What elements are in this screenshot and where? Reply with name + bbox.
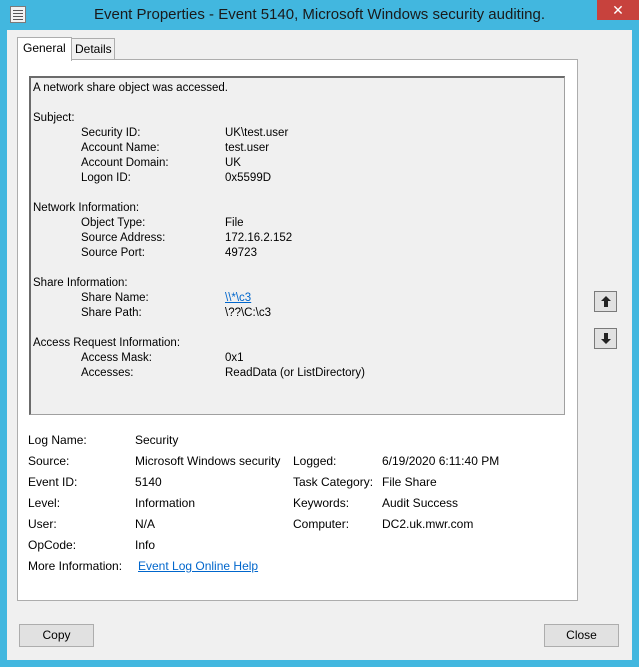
next-event-button[interactable]: [594, 328, 617, 349]
field-label: Accesses:: [81, 367, 134, 379]
task-category-value: File Share: [382, 475, 437, 489]
opcode-label: OpCode:: [28, 538, 77, 552]
tab-details[interactable]: Details: [69, 38, 115, 60]
keywords-label: Keywords:: [293, 496, 350, 510]
arrow-down-icon: [601, 333, 611, 344]
section-heading: Share Information:: [33, 277, 128, 289]
description-summary: A network share object was accessed.: [33, 82, 228, 94]
field-value: 0x1: [225, 352, 244, 364]
field-value: 172.16.2.152: [225, 232, 293, 244]
computer-value: DC2.uk.mwr.com: [382, 517, 474, 531]
user-value: N/A: [135, 517, 156, 531]
user-label: User:: [28, 517, 57, 531]
event-properties-window: Event Properties - Event 5140, Microsoft…: [0, 0, 639, 667]
window-title: Event Properties - Event 5140, Microsoft…: [93, 6, 546, 23]
field-label: Source Port:: [81, 247, 145, 259]
field-value: File: [225, 217, 244, 229]
section-heading: Subject:: [33, 112, 75, 124]
field-label: Source Address:: [81, 232, 166, 244]
section-heading: Network Information:: [33, 202, 140, 214]
event-id-value: 5140: [135, 475, 162, 489]
field-label: Account Name:: [81, 142, 160, 154]
opcode-value: Info: [135, 538, 156, 552]
general-tab-panel: A network share object was accessed. Sub…: [17, 59, 578, 601]
logged-label: Logged:: [293, 454, 337, 468]
field-label: Security ID:: [81, 127, 141, 139]
dialog-body: General Details A network share object w…: [7, 30, 632, 660]
section-heading: Access Request Information:: [33, 337, 181, 349]
title-bar[interactable]: Event Properties - Event 5140, Microsoft…: [0, 0, 639, 30]
field-label: Access Mask:: [81, 352, 152, 364]
close-button[interactable]: Close: [544, 624, 619, 647]
source-label: Source:: [28, 454, 70, 468]
level-label: Level:: [28, 496, 61, 510]
task-category-label: Task Category:: [293, 475, 374, 489]
field-label: Share Path:: [81, 307, 142, 319]
arrow-up-icon: [601, 296, 611, 307]
field-value: ReadData (or ListDirectory): [225, 367, 365, 379]
event-id-label: Event ID:: [28, 475, 78, 489]
field-label: Logon ID:: [81, 172, 131, 184]
previous-event-button[interactable]: [594, 291, 617, 312]
field-label: Account Domain:: [81, 157, 169, 169]
event-description[interactable]: A network share object was accessed. Sub…: [29, 76, 565, 415]
field-value: 0x5599D: [225, 172, 272, 184]
field-value: UK: [225, 157, 241, 169]
log-name-value: Security: [135, 433, 179, 447]
level-value: Information: [135, 496, 196, 510]
copy-button[interactable]: Copy: [19, 624, 94, 647]
source-value: Microsoft Windows security: [135, 454, 281, 468]
keywords-value: Audit Success: [382, 496, 459, 510]
field-value: \??\C:\c3: [225, 307, 272, 319]
field-value: UK\test.user: [225, 127, 289, 139]
window-close-button[interactable]: ✕: [597, 0, 639, 20]
event-log-online-help-link[interactable]: Event Log Online Help: [138, 559, 258, 573]
field-label: Object Type:: [81, 217, 146, 229]
field-value: 49723: [225, 247, 257, 259]
tab-general[interactable]: General: [17, 37, 72, 61]
logged-value: 6/19/2020 6:11:40 PM: [382, 454, 500, 468]
computer-label: Computer:: [293, 517, 350, 531]
field-label: Share Name:: [81, 292, 149, 304]
share-name-link[interactable]: \\*\c3: [225, 291, 251, 306]
log-name-label: Log Name:: [28, 433, 87, 447]
field-value: test.user: [225, 142, 270, 154]
more-information-label: More Information:: [28, 559, 123, 573]
